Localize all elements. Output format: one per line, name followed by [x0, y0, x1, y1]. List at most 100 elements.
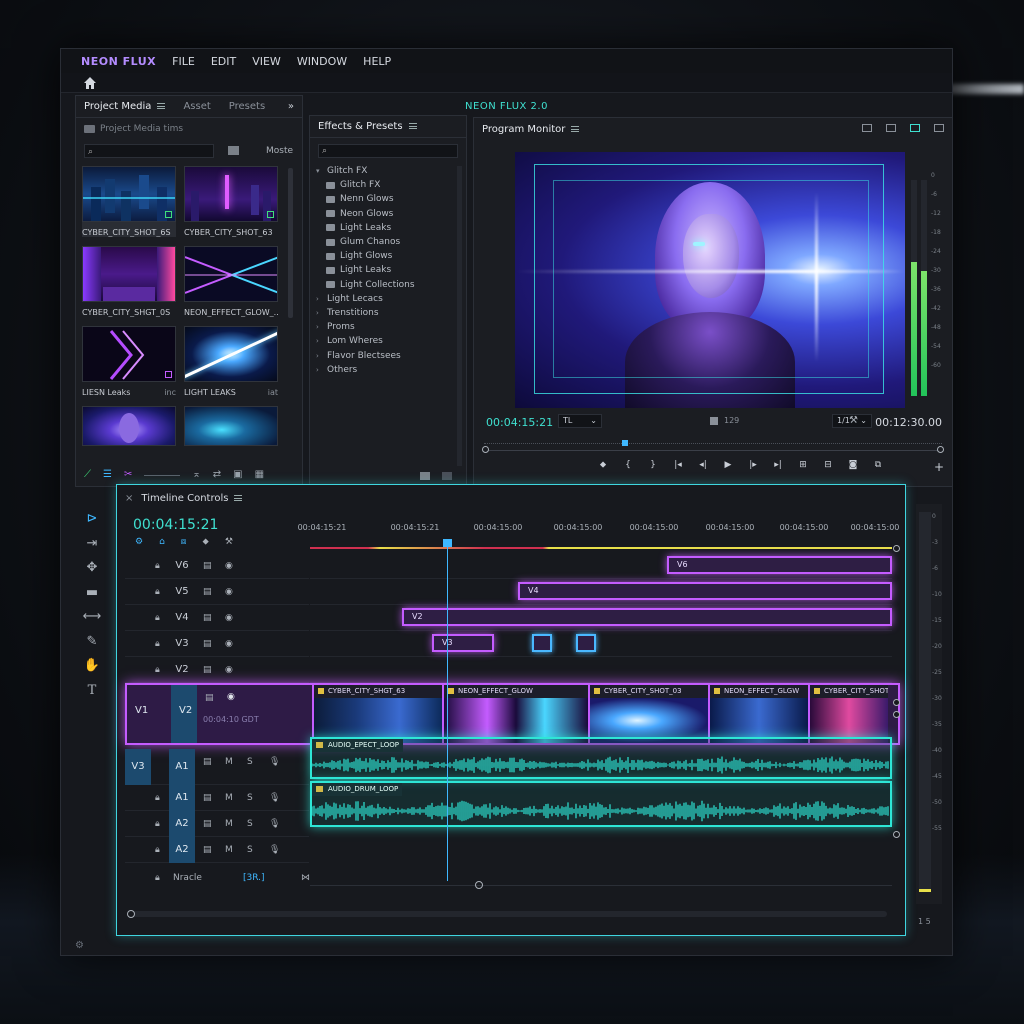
effects-item[interactable]: Nenn Glows: [310, 192, 466, 206]
new-folder-icon[interactable]: [420, 472, 430, 480]
linked-selection-icon[interactable]: ⧈: [181, 537, 187, 547]
project-more-button[interactable]: Moste: [266, 146, 293, 156]
tab-asset[interactable]: Asset: [183, 101, 210, 112]
solo-button[interactable]: S: [247, 757, 253, 767]
menu-edit[interactable]: EDIT: [211, 55, 236, 68]
mic-icon[interactable]: 🎙︎: [269, 819, 280, 829]
eye-icon[interactable]: ◉: [225, 665, 233, 675]
film-icon[interactable]: ▤: [203, 819, 212, 829]
tab-project-media[interactable]: Project Media: [84, 101, 166, 112]
selection-tool-icon[interactable]: ⊳: [79, 511, 105, 536]
solo-button[interactable]: S: [247, 845, 253, 855]
new-bin-icon[interactable]: [228, 146, 239, 155]
effects-item[interactable]: Light Leaks: [310, 221, 466, 235]
mute-button[interactable]: M: [225, 819, 233, 829]
settings-view-icon[interactable]: [862, 124, 872, 132]
menu-window[interactable]: WINDOW: [297, 55, 347, 68]
effects-item[interactable]: Glum Chanos: [310, 235, 466, 249]
effects-item[interactable]: Light Collections: [310, 278, 466, 292]
eye-icon[interactable]: ◉: [225, 639, 233, 649]
safe-margin-icon[interactable]: [886, 124, 896, 132]
chevron-right-icon[interactable]: »: [288, 101, 294, 112]
video-clip[interactable]: CYBER_CITY_SHOT_3: [808, 685, 888, 743]
compare-icon[interactable]: ⧉: [873, 460, 883, 470]
eye-icon[interactable]: ◉: [225, 587, 233, 597]
mic-icon[interactable]: 🎙︎: [269, 757, 280, 767]
video-clip[interactable]: [576, 634, 596, 652]
tab-effects[interactable]: Effects & Presets: [318, 121, 417, 132]
quality-select[interactable]: TL ⌄: [558, 414, 602, 428]
scrub-end-handle[interactable]: [937, 446, 944, 453]
track-source-v1[interactable]: V1: [135, 705, 148, 716]
track-header-audio[interactable]: 🔒︎ A2 ▤ M S 🎙︎: [125, 811, 309, 837]
insert-icon[interactable]: ⊞: [798, 460, 808, 470]
effects-search-input[interactable]: ⌕: [318, 144, 458, 158]
playhead-line[interactable]: [447, 541, 448, 881]
project-scrollbar[interactable]: [288, 168, 293, 318]
effects-item[interactable]: › Flavor Blectsees: [310, 348, 466, 362]
track-header-audio[interactable]: 🔒︎ A1 ▤ M S 🎙︎: [125, 785, 309, 811]
timeline-settings-icon[interactable]: ⚒: [225, 537, 233, 547]
mute-button[interactable]: M: [225, 757, 233, 767]
audio-clip[interactable]: AUDIO_DRUM_LOOP: [310, 781, 892, 827]
media-thumbnail[interactable]: CYBER_CITY_SHOT_63: [184, 166, 278, 237]
tab-program-monitor[interactable]: Program Monitor: [482, 124, 580, 135]
effects-item[interactable]: Light Leaks: [310, 263, 466, 277]
nest-icon[interactable]: ⚙: [135, 537, 143, 547]
panel-menu-icon[interactable]: [157, 103, 166, 109]
film-icon[interactable]: ▤: [203, 587, 212, 597]
find-icon[interactable]: ▣: [233, 469, 242, 480]
mic-icon[interactable]: 🎙︎: [269, 793, 280, 803]
mute-button[interactable]: M: [225, 793, 233, 803]
current-timecode[interactable]: 00:04:15:21: [486, 416, 553, 429]
effects-item[interactable]: Neon Glows: [310, 207, 466, 221]
zoom-slider[interactable]: [144, 475, 181, 476]
panel-menu-icon[interactable]: [571, 125, 580, 132]
lock-icon[interactable]: 🔒︎: [155, 561, 160, 571]
move-tool-icon[interactable]: ✥: [79, 560, 105, 585]
lock-icon[interactable]: 🔒︎: [155, 665, 160, 675]
sort-icon[interactable]: ⌅: [192, 469, 200, 480]
lock-icon[interactable]: 🔒︎: [155, 587, 160, 597]
scissors-icon[interactable]: ✂: [124, 469, 132, 480]
effects-item[interactable]: › Light Lecacs: [310, 292, 466, 306]
video-clip[interactable]: V3: [432, 634, 494, 652]
work-area-bar[interactable]: [310, 547, 892, 549]
track-area-video[interactable]: V3: [310, 631, 892, 657]
overlay-icon[interactable]: [910, 124, 920, 132]
automate-icon[interactable]: ⇄: [213, 469, 221, 480]
media-thumbnail[interactable]: [82, 406, 176, 446]
audio-clip[interactable]: AUDIO_EPECT_LOOP: [310, 737, 892, 779]
effects-item[interactable]: › Lom Wheres: [310, 334, 466, 348]
overwrite-icon[interactable]: ⊟: [823, 460, 833, 470]
mute-button[interactable]: M: [225, 845, 233, 855]
media-thumbnail[interactable]: NEON_EFFECT_GLOW_...: [184, 246, 278, 317]
list-view-icon[interactable]: ☰: [103, 469, 112, 480]
marker-icon[interactable]: ⬥: [598, 460, 608, 470]
project-search-input[interactable]: ⌕: [84, 144, 214, 158]
film-icon[interactable]: ▤: [203, 793, 212, 803]
track-area-video[interactable]: V6: [310, 553, 892, 579]
film-icon[interactable]: ▤: [203, 665, 212, 675]
add-marker-icon[interactable]: ⬥: [203, 537, 209, 547]
video-clip[interactable]: CYBER_CITY_SHOT_03: [588, 685, 708, 743]
pen-tool-icon[interactable]: ✎: [79, 634, 105, 659]
lock-icon[interactable]: 🔒︎: [155, 873, 160, 883]
eye-icon[interactable]: ◉: [225, 561, 233, 571]
delete-icon[interactable]: [442, 472, 452, 480]
timeline-zoom-handle[interactable]: [475, 881, 483, 889]
track-area-video[interactable]: V2: [310, 605, 892, 631]
lock-icon[interactable]: 🔒︎: [155, 639, 160, 649]
effects-item[interactable]: › Proms: [310, 320, 466, 334]
track-area-video[interactable]: V4: [310, 579, 892, 605]
track-select-icon[interactable]: ⇥: [79, 536, 105, 561]
effects-scrollbar[interactable]: [457, 166, 462, 466]
panel-menu-icon[interactable]: [234, 495, 243, 501]
slip-tool-icon[interactable]: ⟷: [79, 609, 105, 634]
film-icon[interactable]: ▤: [203, 845, 212, 855]
program-video-frame[interactable]: [515, 152, 905, 408]
lock-icon[interactable]: 🔒︎: [155, 845, 160, 855]
media-thumbnail[interactable]: CYBER_CITY_SHGT_0S: [82, 246, 176, 317]
effects-item[interactable]: › Trenstitions: [310, 306, 466, 320]
video-clip[interactable]: NEON_EFFECT_GLOW: [442, 685, 588, 743]
